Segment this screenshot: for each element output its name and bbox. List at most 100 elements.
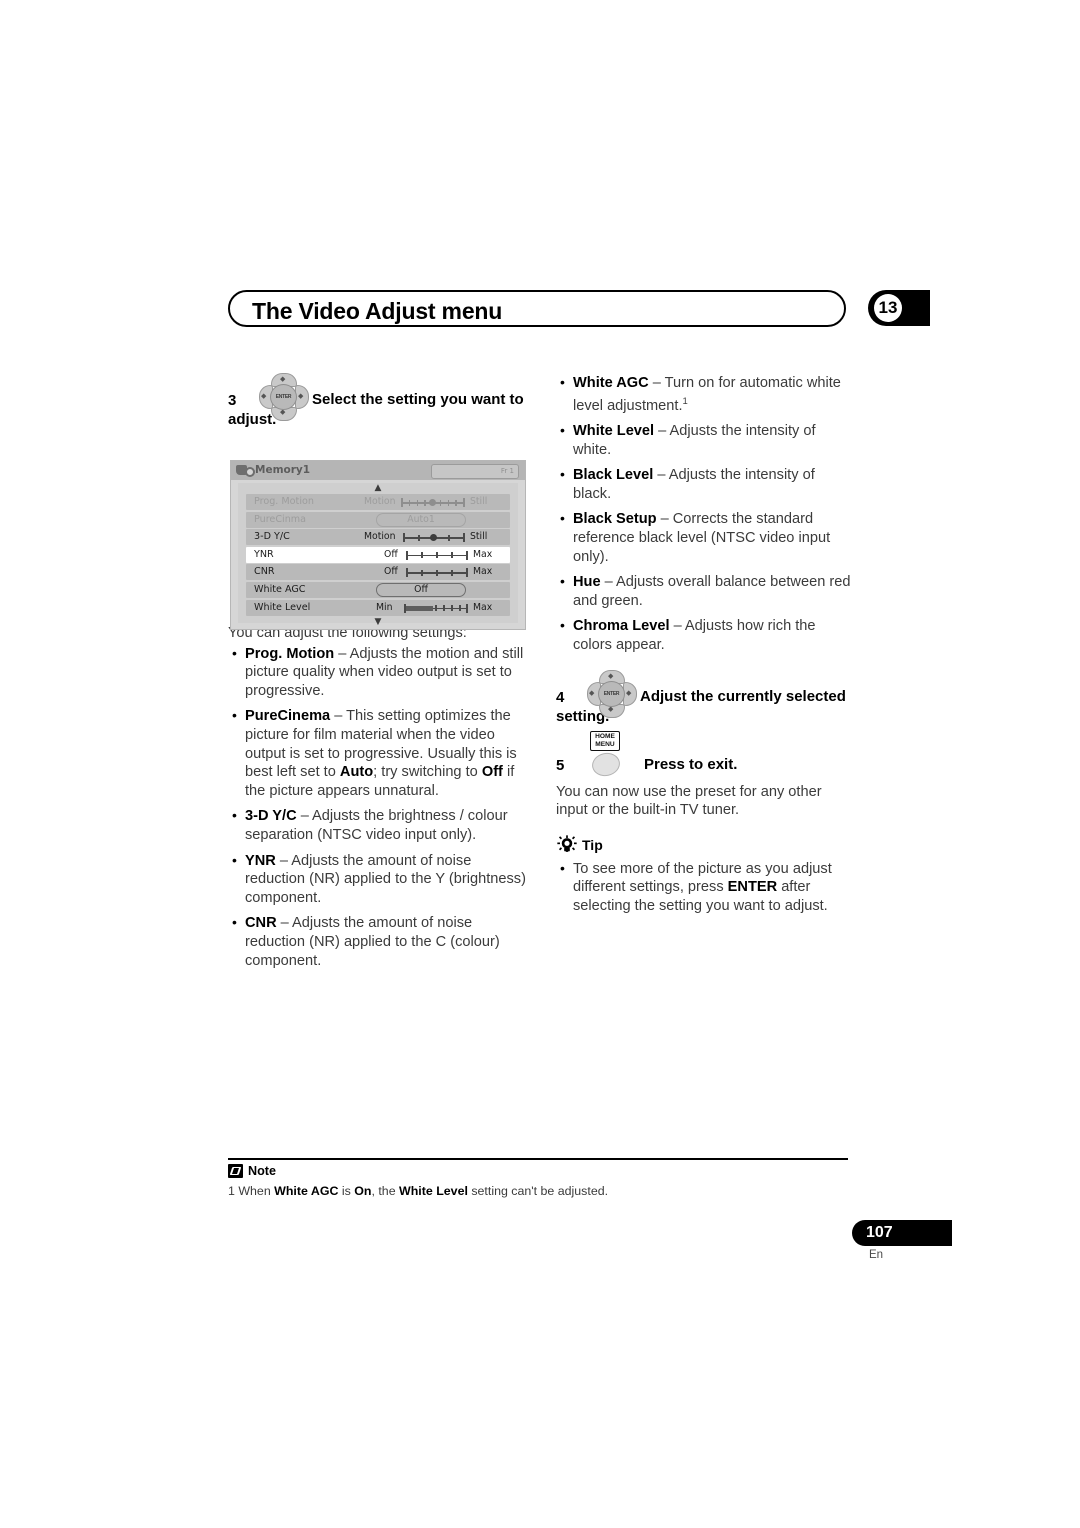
list-item-purecinema: PureCinema – This setting optimizes the …	[228, 706, 528, 800]
term-white-level: White Level	[573, 423, 655, 440]
osd-option-value: Off	[414, 584, 428, 596]
page-header: The Video Adjust menu 13	[228, 290, 930, 330]
osd-screenshot: Memory1 Fr 1 ▲ Prog. Motion Motion Still…	[230, 460, 526, 630]
home-menu-button-shape	[589, 749, 623, 779]
after-steps-text: You can now use the preset for any other…	[556, 783, 822, 819]
list-item-chroma-level: Chroma Level – Adjusts how rich the colo…	[556, 616, 856, 654]
osd-option-value: Auto1	[407, 514, 435, 526]
note-value-on: On	[354, 1184, 372, 1198]
list-item-ynr: YNR – Adjusts the amount of noise reduct…	[228, 851, 528, 908]
osd-row-min-label: Off	[384, 566, 398, 578]
osd-row-option[interactable]: Off	[376, 583, 466, 598]
osd-row-min-label: Min	[376, 601, 393, 613]
note-text-mid2: , the	[371, 1184, 400, 1198]
note-label: Note	[248, 1164, 276, 1178]
tip-label: Tip	[582, 836, 603, 853]
osd-row-label: White AGC	[254, 583, 306, 595]
osd-row-slider[interactable]	[404, 603, 468, 613]
term-black-level: Black Level	[573, 467, 654, 484]
list-item-cnr: CNR – Adjusts the amount of noise reduct…	[228, 913, 528, 970]
osd-scroll-up-arrow[interactable]: ▲	[238, 483, 518, 494]
osd-row-min-label: Off	[384, 548, 398, 560]
desc-hue: – Adjusts overall balance between red an…	[573, 574, 851, 609]
osd-status-text: Fr 1	[500, 467, 514, 475]
note-number: 1	[228, 1184, 235, 1198]
desc-cnr: – Adjusts the amount of noise reduction …	[245, 915, 500, 969]
osd-row-label: CNR	[254, 566, 275, 578]
osd-row-slider[interactable]	[401, 498, 465, 507]
left-column: 3 ◆ ◆ ◆ ◆ ENTER Select the setting you wan…	[228, 372, 528, 977]
step-5: 5 HOME MENU Press to exit.	[556, 730, 856, 781]
osd-row-min-label: Motion	[364, 496, 396, 507]
osd-row-max-label: Max	[473, 601, 493, 613]
page-title-bar: The Video Adjust menu	[228, 290, 846, 327]
osd-row-slider[interactable]	[406, 550, 468, 560]
osd-row-slider[interactable]	[406, 568, 468, 578]
osd-row-cnr[interactable]: CNR Off Max	[246, 564, 510, 581]
step-3-number: 3	[228, 392, 237, 409]
chapter-tab: 13	[868, 290, 930, 326]
osd-row-ynr[interactable]: YNR Off Max	[246, 546, 510, 563]
osd-row-3d-yc[interactable]: 3-D Y/C Motion Still	[246, 529, 510, 546]
osd-row-label: Prog. Motion	[254, 496, 314, 507]
left-settings-list: Prog. Motion – Adjusts the motion and st…	[228, 644, 528, 971]
step-5-number: 5	[556, 756, 565, 774]
osd-row-label: White Level	[254, 601, 311, 613]
right-settings-list: White AGC – Turn on for automatic white …	[556, 373, 856, 655]
note-body: 1 When White AGC is On, the White Level …	[228, 1183, 868, 1199]
note-term-white-level: White Level	[399, 1184, 468, 1198]
note-text-post: setting can't be adjusted.	[467, 1184, 609, 1198]
osd-row-prog-motion[interactable]: Prog. Motion Motion Still	[246, 494, 510, 510]
home-menu-button-icon: HOME MENU	[586, 730, 638, 779]
desc-purecinema-2: ; try switching to	[373, 764, 482, 781]
osd-row-slider[interactable]	[403, 533, 465, 543]
list-item-white-agc: White AGC – Turn on for automatic white …	[556, 373, 856, 415]
osd-row-max-label: Still	[470, 496, 488, 507]
cursor-pad-icon: ◆ ◆ ◆ ◆ ENTER	[586, 669, 637, 718]
osd-row-purecinema[interactable]: PureCinma Auto1	[246, 511, 510, 528]
tip-header: Tip	[556, 834, 856, 858]
osd-row-option[interactable]: Auto1	[376, 513, 466, 528]
osd-row-label: PureCinma	[254, 513, 307, 525]
osd-row-max-label: Max	[473, 566, 493, 578]
term-prog-motion: Prog. Motion	[245, 645, 335, 662]
value-auto: Auto	[339, 764, 374, 781]
osd-row-label: YNR	[254, 548, 274, 560]
term-purecinema: PureCinema	[245, 708, 331, 725]
home-menu-label: HOME MENU	[590, 730, 620, 751]
list-item-3d-yc: 3-D Y/C – Adjusts the brightness / colou…	[228, 806, 528, 844]
tip-list: To see more of the picture as you adjust…	[556, 859, 856, 916]
osd-row-white-agc[interactable]: White AGC Off	[246, 581, 510, 598]
tip-bullet: To see more of the picture as you adjust…	[556, 859, 856, 916]
tip-enter-key: ENTER	[727, 879, 778, 896]
page-title: The Video Adjust menu	[252, 298, 503, 324]
chapter-number: 13	[874, 294, 902, 322]
term-ynr: YNR	[245, 852, 276, 869]
page-number-tab: 107	[852, 1220, 952, 1246]
note-text-mid1: is	[338, 1184, 355, 1198]
footnote-marker: 1	[682, 395, 688, 407]
home-menu-label-line1: HOME	[595, 732, 615, 740]
osd-scroll-down-arrow[interactable]: ▼	[238, 617, 518, 628]
lightbulb-icon	[557, 835, 577, 852]
osd-row-max-label: Max	[473, 548, 493, 560]
step-5-text: Press to exit.	[644, 755, 738, 773]
osd-row-white-level[interactable]: White Level Min Max	[246, 599, 510, 616]
language-code: En	[869, 1249, 884, 1261]
list-item-white-level: White Level – Adjusts the intensity of w…	[556, 421, 856, 459]
list-item-black-level: Black Level – Adjusts the intensity of b…	[556, 465, 856, 503]
desc-ynr: – Adjusts the amount of noise reduction …	[245, 852, 526, 906]
note-term-white-agc: White AGC	[274, 1184, 339, 1198]
note-text-pre: When	[234, 1184, 275, 1198]
osd-row-max-label: Still	[470, 531, 488, 543]
right-column: White AGC – Turn on for automatic white …	[556, 372, 856, 923]
term-hue: Hue	[573, 574, 601, 591]
term-white-agc: White AGC	[573, 375, 649, 391]
home-menu-label-line2: MENU	[595, 741, 615, 749]
page-number: 107	[866, 1224, 893, 1241]
term-cnr: CNR	[245, 915, 277, 932]
step-4: 4 ◆ ◆ ◆ ◆ ENTER Adjust the currently selec…	[556, 669, 856, 727]
cursor-pad-icon: ◆ ◆ ◆ ◆ ENTER	[258, 372, 309, 421]
enter-label: ENTER	[603, 690, 620, 697]
video-camera-icon	[236, 464, 255, 477]
